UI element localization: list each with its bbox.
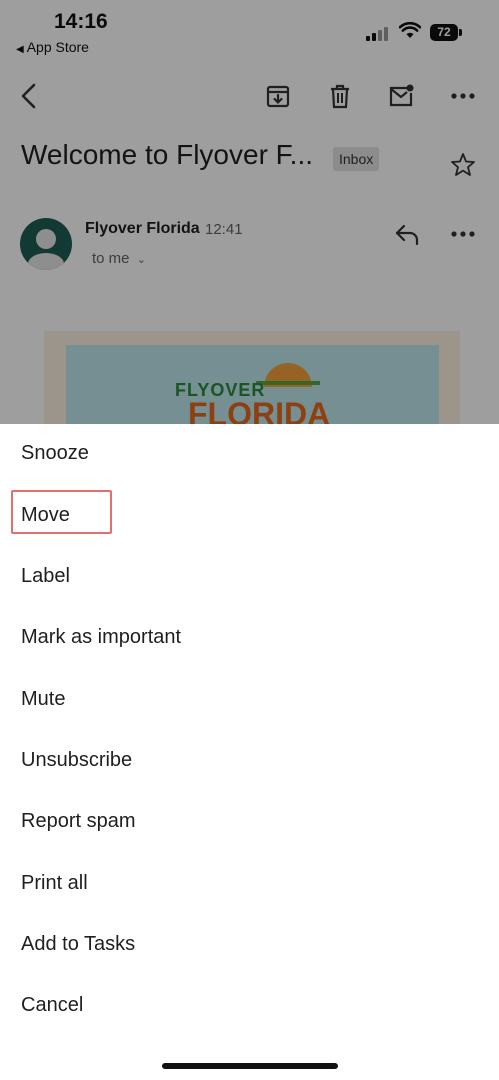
menu-item-mark-important[interactable]: Mark as important — [21, 625, 181, 649]
menu-item-label[interactable]: Label — [21, 564, 70, 588]
menu-item-add-to-tasks[interactable]: Add to Tasks — [21, 932, 135, 956]
menu-item-print-all[interactable]: Print all — [21, 871, 88, 895]
menu-item-mute[interactable]: Mute — [21, 687, 65, 711]
menu-item-unsubscribe[interactable]: Unsubscribe — [21, 748, 132, 772]
modal-scrim[interactable] — [0, 0, 499, 424]
menu-item-snooze[interactable]: Snooze — [21, 441, 89, 465]
menu-item-report-spam[interactable]: Report spam — [21, 809, 136, 833]
menu-item-cancel[interactable]: Cancel — [21, 993, 83, 1017]
home-indicator[interactable] — [162, 1063, 338, 1069]
highlight-box-move — [11, 490, 112, 534]
